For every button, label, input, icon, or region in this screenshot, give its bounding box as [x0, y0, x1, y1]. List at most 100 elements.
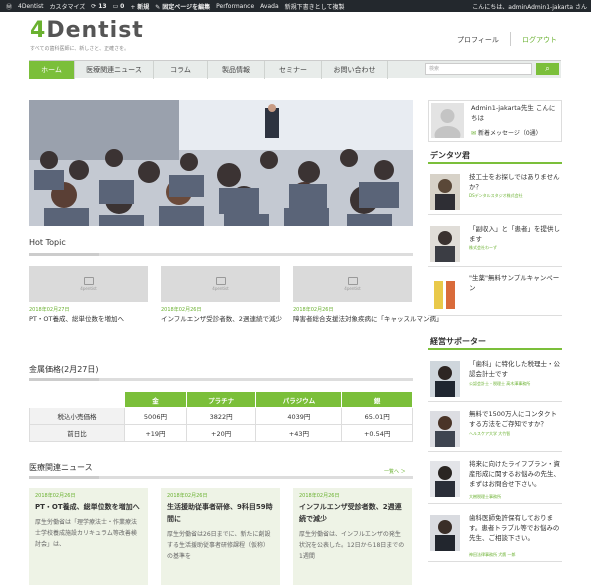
supporter-company: ヘルスケア大学 大竹智	[469, 431, 511, 436]
hero-image[interactable]	[29, 100, 413, 226]
card-date: 2018年02月26日	[293, 307, 334, 313]
metal-price-table: 金 プラチナ パラジウム 銀 税込小売価格 5006円 3822円 4039円 …	[29, 391, 413, 442]
admin-comments-link[interactable]: ▭ 0	[113, 3, 125, 10]
supporter-heading: 経営サポーター	[430, 337, 486, 346]
avatar	[431, 103, 464, 144]
admin-customize-link[interactable]: カスタマイズ	[49, 2, 85, 11]
news-card[interactable]: 2018年02月26日 生活援助従事者研修、9科目59時間に 厚生労働省は26日…	[161, 488, 280, 585]
logout-link[interactable]: ログアウト	[522, 35, 557, 45]
nav-medical-news[interactable]: 医療関連ニュース	[75, 61, 154, 79]
table-cell: 4039円	[255, 407, 343, 425]
site-logo[interactable]: 4Dentist	[30, 18, 144, 43]
wp-logo-icon[interactable]: Ⓦ	[6, 2, 12, 11]
card-title[interactable]: インフルエンザ受診者数、2週連続で減少	[161, 314, 282, 324]
supporter-title[interactable]: 「歯科」に特化した税理士・公認会計士です	[469, 359, 561, 379]
admin-greeting[interactable]: こんにちは、adminAdmin1-jakarta さん	[472, 2, 587, 11]
hot-topic-card[interactable]: 4pentist 2018年02月26日 障害者総合支援法対象疾病に「キャッスル…	[293, 266, 443, 324]
ad-thumbnail	[430, 275, 460, 311]
ad-title[interactable]: 技工士をお探しではありませんか？	[469, 172, 561, 192]
hot-topic-card[interactable]: 4pentist 2018年02月26日 インフルエンザ受診者数、2週連続で減少	[161, 266, 282, 324]
table-cell: 65.01円	[341, 407, 413, 425]
table-row: 税込小売価格 5006円 3822円 4039円 65.01円	[29, 407, 413, 425]
news-title[interactable]: 生活援助従事者研修、9科目59時間に	[167, 501, 274, 525]
table-header-gold: 金	[124, 391, 187, 408]
admin-avada-link[interactable]: Avada	[260, 3, 278, 10]
sidebar-supporter-item[interactable]: 将来に向けたライフプラン・資産形成に関するお悩みの先生、まずはお問合せ下さい。 …	[428, 456, 562, 504]
supporter-company: 公認会計士・税理士 高木澤事務所	[469, 381, 531, 386]
admin-site-link[interactable]: 4Dentist	[18, 3, 43, 10]
image-placeholder-icon	[347, 277, 358, 285]
hot-topic-card[interactable]: 4pentist 2018年02月27日 PT・OT養成、総単位数を増加へ	[29, 266, 148, 324]
mail-icon: ✉	[471, 130, 477, 137]
supporter-thumbnail	[430, 361, 460, 397]
nav-contact[interactable]: お問い合わせ	[322, 61, 388, 79]
admin-draft-link[interactable]: 新規下書きとして複製	[285, 2, 345, 11]
no-image-thumbnail: 4pentist	[293, 266, 412, 302]
card-date: 2018年02月26日	[161, 307, 202, 313]
supporter-thumbnail	[430, 515, 460, 551]
supporter-company: 神田法律事務所 犬鷹 一郎	[469, 552, 516, 557]
profile-link[interactable]: プロフィール	[457, 35, 499, 45]
ad-title[interactable]: 「副収入」と「患者」を提供します	[469, 224, 561, 244]
news-underline	[29, 476, 413, 479]
news-title[interactable]: PT・OT養成、総単位数を増加へ	[35, 501, 142, 513]
person-photo	[430, 174, 460, 210]
sidebar-ad-item[interactable]: 技工士をお探しではありませんか？ DSデンタルスタジオ株式会社	[428, 169, 562, 215]
news-more-link[interactable]: 一覧へ ＞	[384, 468, 406, 475]
table-cell: 5006円	[124, 407, 187, 425]
supporter-company: 大樹税理士事務所	[469, 494, 501, 499]
no-image-thumbnail: 4pentist	[29, 266, 148, 302]
table-header-platinum: プラチナ	[185, 391, 257, 408]
table-header-palladium: パラジウム	[255, 391, 343, 408]
sidebar-ad-item[interactable]: "生薬"無料サンプルキャンペーン	[428, 270, 562, 316]
card-title[interactable]: PT・OT養成、総単位数を増加へ	[29, 314, 148, 324]
person-photo	[430, 411, 460, 447]
person-photo	[430, 461, 460, 497]
product-photo	[430, 275, 460, 311]
nav-home[interactable]: ホーム	[29, 61, 75, 79]
admin-updates-link[interactable]: ⟳ 13	[91, 3, 106, 10]
admin-bar: Ⓦ 4Dentist カスタマイズ ⟳ 13 ▭ 0 + 新規 ✎ 固定ページを…	[0, 0, 591, 12]
image-placeholder-icon	[83, 277, 94, 285]
table-cell: +0.54円	[341, 424, 413, 442]
person-photo	[430, 226, 460, 262]
search-button[interactable]: ⌕	[536, 63, 559, 75]
no-image-thumbnail: 4pentist	[161, 266, 280, 302]
sidebar-supporter-item[interactable]: 無料で1500万人にコンタクトする方法をご存知ですか？ ヘルスケア大学 大竹智	[428, 406, 562, 452]
sidebar-supporter-item[interactable]: 歯科医師免許保有しております。患者トラブル等でお悩みの先生、ご相談下さい。 神田…	[428, 510, 562, 562]
search-icon: ⌕	[545, 64, 550, 73]
user-avatar-icon	[434, 109, 461, 144]
news-date: 2018年02月26日	[167, 493, 208, 499]
sidebar-ad-item[interactable]: 「副収入」と「患者」を提供します 株式会社わーず	[428, 221, 562, 267]
image-placeholder-icon	[215, 277, 226, 285]
news-body: 厚生労働省は、インフルエンザの発生状況を公表した。12日から18日までの1週間	[299, 531, 405, 560]
nav-products[interactable]: 製品情報	[208, 61, 265, 79]
dentsu-heading: デンタツ君	[430, 151, 470, 160]
messages-link[interactable]: ✉ 新着メッセージ（0通）	[471, 128, 542, 137]
ad-company: DSデンタルスタジオ株式会社	[469, 193, 523, 198]
news-title[interactable]: インフルエンザ受診者数、2週連続で減少	[299, 501, 406, 525]
supporter-thumbnail	[430, 411, 460, 447]
search-input[interactable]: 検索	[425, 63, 532, 75]
card-date: 2018年02月27日	[29, 307, 70, 313]
nav-column[interactable]: コラム	[154, 61, 208, 79]
ad-title[interactable]: "生薬"無料サンプルキャンペーン	[469, 273, 561, 293]
admin-edit-link[interactable]: ✎ 固定ページを編集	[155, 2, 210, 11]
seminar-photo	[29, 100, 413, 226]
admin-performance-link[interactable]: Performance	[216, 3, 254, 10]
news-card[interactable]: 2018年02月26日 インフルエンザ受診者数、2週連続で減少 厚生労働省は、イ…	[293, 488, 412, 585]
sidebar-supporter-item[interactable]: 「歯科」に特化した税理士・公認会計士です 公認会計士・税理士 高木澤事務所	[428, 356, 562, 402]
hot-topic-underline	[29, 253, 413, 256]
supporter-title[interactable]: 将来に向けたライフプラン・資産形成に関するお悩みの先生、まずはお問合せ下さい。	[469, 459, 561, 489]
card-title[interactable]: 障害者総合支援法対象疾病に「キャッスルマン病」	[293, 314, 443, 324]
news-card[interactable]: 2018年02月26日 PT・OT養成、総単位数を増加へ 厚生労働省は「理学療法…	[29, 488, 148, 585]
supporter-title[interactable]: 無料で1500万人にコンタクトする方法をご存知ですか？	[469, 409, 561, 429]
table-row: 前日比 +19円 +20円 +43円 +0.54円	[29, 424, 413, 442]
table-header-silver: 銀	[341, 391, 413, 408]
nav-seminar[interactable]: セミナー	[265, 61, 322, 79]
ad-company: 株式会社わーず	[469, 245, 497, 250]
admin-new-link[interactable]: + 新規	[130, 2, 149, 11]
person-photo	[430, 361, 460, 397]
ad-thumbnail	[430, 174, 460, 210]
supporter-title[interactable]: 歯科医師免許保有しております。患者トラブル等でお悩みの先生、ご相談下さい。	[469, 513, 561, 543]
